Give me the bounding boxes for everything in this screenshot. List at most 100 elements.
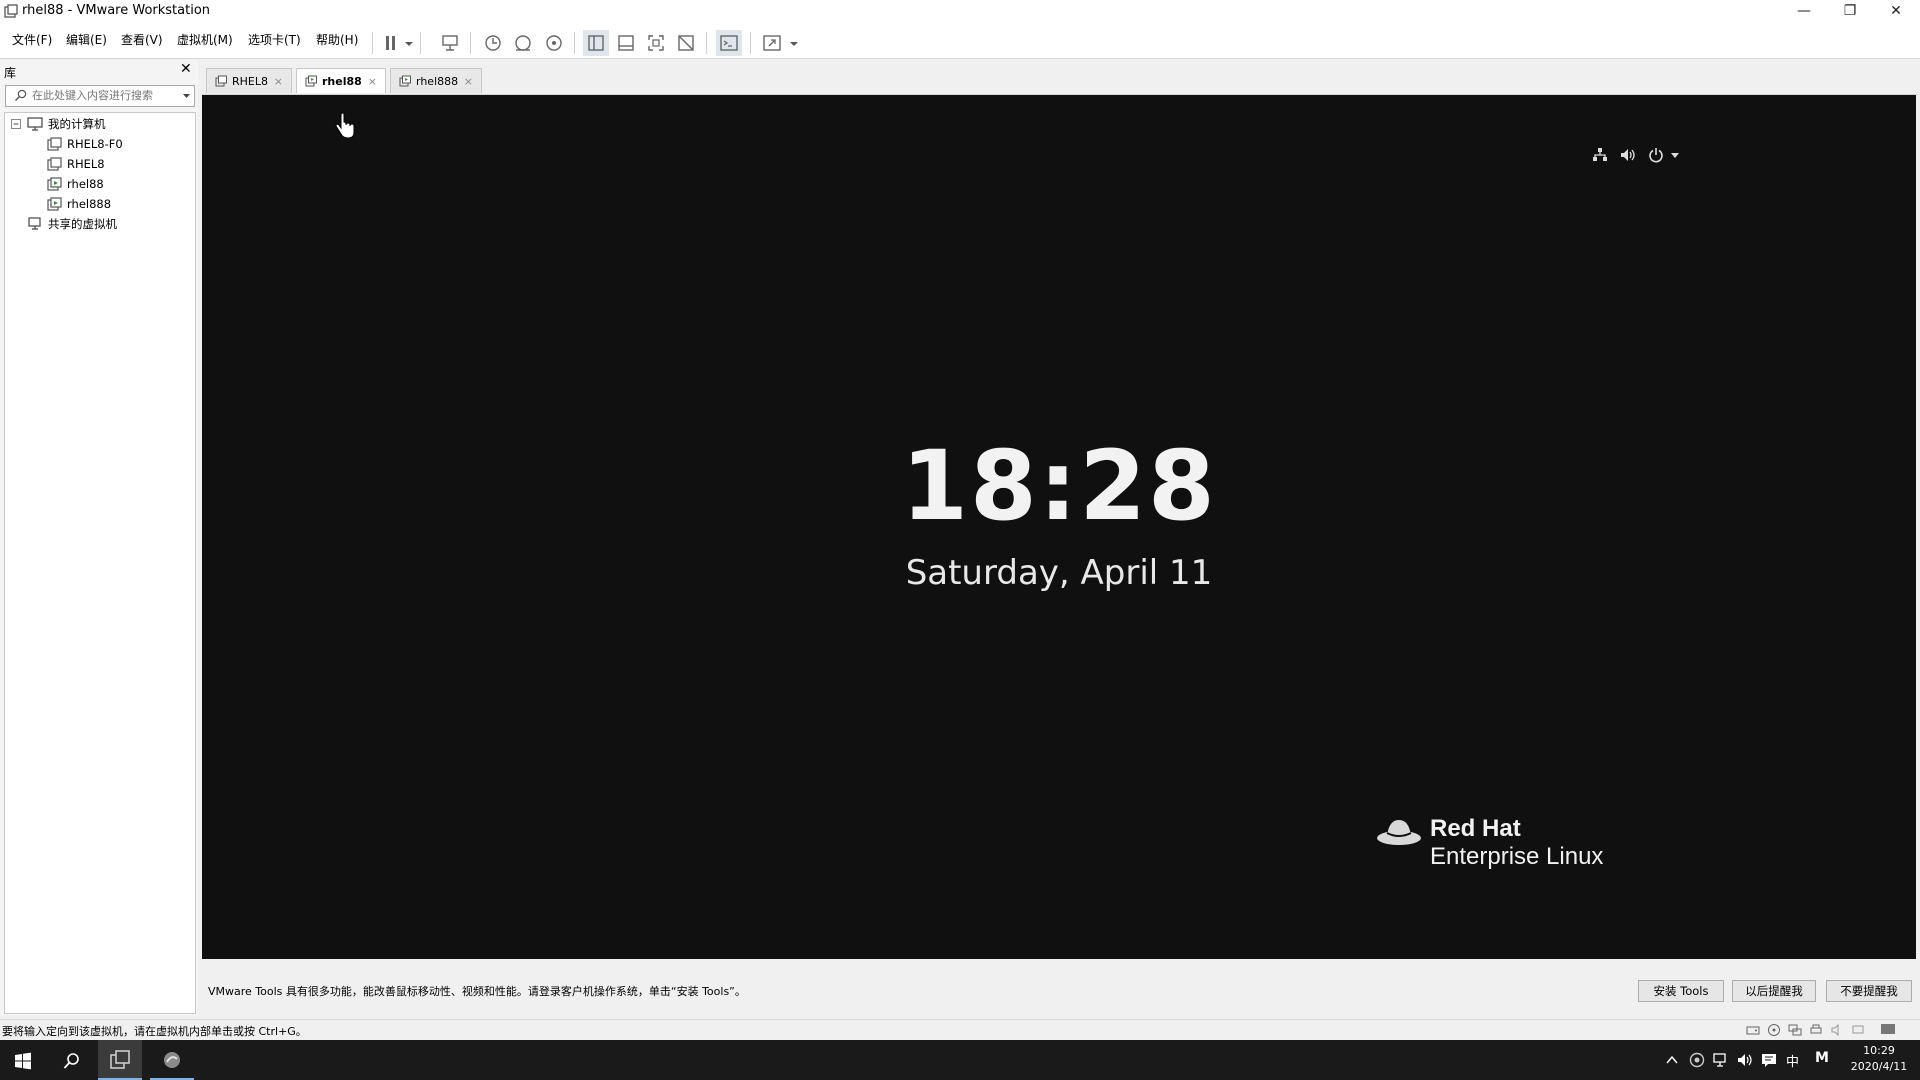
chevron-down-icon[interactable] [400, 30, 414, 56]
tree-item-vm[interactable]: rhel88 [47, 174, 104, 194]
revert-snapshot-icon[interactable] [510, 30, 536, 56]
menu-tabs[interactable]: 选项卡(T) [248, 31, 301, 48]
tree-node-shared-vms[interactable]: 共享的虚拟机 [28, 214, 117, 234]
search-icon[interactable] [63, 1052, 81, 1070]
remind-later-button[interactable]: 以后提醒我 [1732, 980, 1816, 1002]
stretch-guest-icon[interactable] [759, 30, 785, 56]
network-adapter-icon[interactable] [1788, 1023, 1802, 1037]
computer-icon [27, 117, 43, 131]
printer-icon[interactable] [1809, 1023, 1823, 1037]
tray-app-icon[interactable] [1689, 1052, 1705, 1068]
close-tab-icon[interactable]: × [464, 75, 473, 88]
tree-item-vm[interactable]: RHEL8 [47, 154, 105, 174]
display-icon[interactable] [1851, 1023, 1865, 1037]
full-screen-icon[interactable] [643, 30, 669, 56]
send-ctrl-alt-del-icon[interactable] [437, 30, 463, 56]
shared-vm-icon [28, 217, 41, 230]
never-remind-button[interactable]: 不要提醒我 [1826, 980, 1912, 1002]
library-panel: 库 ✕ 我的计算机 RHEL8-F0 RHEL8 rhel88 rhel888 [0, 60, 198, 1015]
tree-item-vm[interactable]: RHEL8-F0 [47, 134, 123, 154]
hand-cursor-icon [335, 113, 355, 139]
ime-mode-indicator[interactable]: M [1815, 1050, 1829, 1066]
tab-rhel88[interactable]: rhel88 × [296, 68, 386, 93]
tab-label: rhel88 [322, 74, 362, 88]
status-bar: 要将输入定向到该虚拟机，请在虚拟机内部单击或按 Ctrl+G。 [0, 1019, 1920, 1041]
status-text: 要将输入定向到该虚拟机，请在虚拟机内部单击或按 Ctrl+G。 [2, 1025, 307, 1038]
taskbar-app-2[interactable] [150, 1040, 194, 1080]
tree-node-my-computer[interactable]: 我的计算机 [11, 114, 106, 134]
lock-screen-date: Saturday, April 11 [905, 553, 1213, 593]
windows-taskbar: 中 M 10:29 2020/4/11 [0, 1040, 1920, 1080]
vm-icon [215, 75, 227, 87]
sound-card-icon[interactable] [1830, 1023, 1844, 1037]
restore-button[interactable]: ❐ [1827, 0, 1873, 22]
search-icon [15, 89, 27, 101]
windows-start-icon[interactable] [14, 1052, 32, 1070]
menu-file[interactable]: 文件(F) [12, 31, 52, 48]
vm-running-icon [399, 75, 411, 87]
install-tools-button[interactable]: 安装 Tools [1638, 980, 1724, 1002]
brand-line1: Red Hat [1430, 815, 1521, 842]
close-tab-icon[interactable]: × [368, 75, 377, 88]
tray-date: 2020/4/11 [1850, 1060, 1908, 1073]
network-icon[interactable] [1592, 147, 1608, 163]
notification-text: VMware Tools 具有很多功能，能改善鼠标移动性、视频和性能。请登录客户… [208, 985, 746, 998]
close-library-icon[interactable]: ✕ [180, 61, 192, 77]
menu-toolbar: 文件(F) 编辑(E) 查看(V) 虚拟机(M) 选项卡(T) 帮助(H) [0, 24, 1920, 59]
library-title: 库 [4, 66, 17, 80]
volume-icon[interactable] [1620, 147, 1637, 163]
vmware-icon [110, 1050, 130, 1069]
window-title: rhel88 - VMware Workstation [22, 3, 211, 18]
tree-label: rhel88 [67, 177, 104, 191]
tab-bar: RHEL8 × rhel88 × rhel888 × [202, 62, 1918, 95]
show-library-icon[interactable] [583, 30, 609, 56]
library-tree: 我的计算机 RHEL8-F0 RHEL8 rhel88 rhel888 共享的虚… [4, 112, 196, 1014]
chevron-down-icon[interactable] [1670, 152, 1680, 159]
message-log-icon[interactable] [1880, 1023, 1896, 1037]
chevron-down-icon[interactable] [785, 30, 799, 56]
close-window-button[interactable]: ✕ [1873, 0, 1919, 22]
taskbar-vmware-app[interactable] [98, 1040, 142, 1080]
vm-icon [47, 157, 62, 171]
notification-icon[interactable] [1761, 1052, 1777, 1068]
network-icon[interactable] [1713, 1052, 1729, 1068]
console-view-icon[interactable] [716, 30, 742, 56]
tab-rhel8[interactable]: RHEL8 × [206, 68, 292, 93]
minimize-button[interactable]: — [1781, 0, 1827, 22]
unity-icon[interactable] [673, 30, 699, 56]
tree-label: 我的计算机 [48, 117, 106, 131]
menu-help[interactable]: 帮助(H) [316, 31, 358, 48]
collapse-icon[interactable] [11, 118, 22, 130]
tab-label: RHEL8 [232, 74, 268, 88]
vm-running-icon [47, 177, 62, 191]
lock-screen-time: 18:28 [901, 430, 1217, 542]
tree-label: RHEL8-F0 [67, 137, 123, 151]
tree-label: RHEL8 [67, 157, 105, 171]
tab-label: rhel888 [416, 74, 459, 88]
snapshot-manager-icon[interactable] [541, 30, 567, 56]
menu-vm[interactable]: 虚拟机(M) [177, 31, 233, 48]
power-icon[interactable] [1648, 147, 1664, 163]
redhat-hat-icon [1377, 820, 1421, 845]
tree-label: 共享的虚拟机 [48, 217, 117, 231]
library-search[interactable] [5, 85, 195, 107]
tray-clock[interactable]: 10:29 2020/4/11 [1844, 1043, 1914, 1075]
tray-time: 10:29 [1863, 1044, 1895, 1057]
menu-edit[interactable]: 编辑(E) [66, 31, 107, 48]
vmware-app-icon [4, 4, 18, 18]
thumbnail-bar-icon[interactable] [613, 30, 639, 56]
cd-dvd-icon[interactable] [1767, 1023, 1781, 1037]
title-bar: rhel88 - VMware Workstation — ❐ ✕ [0, 0, 1920, 24]
ime-indicator[interactable]: 中 [1786, 1051, 1799, 1070]
tree-item-vm[interactable]: rhel888 [47, 194, 111, 214]
menu-view[interactable]: 查看(V) [121, 31, 163, 48]
volume-icon[interactable] [1737, 1052, 1753, 1068]
chevron-down-icon[interactable] [182, 92, 191, 100]
chevron-up-icon[interactable] [1666, 1055, 1678, 1065]
snapshot-icon[interactable] [480, 30, 506, 56]
tab-rhel888[interactable]: rhel888 × [390, 68, 482, 93]
close-tab-icon[interactable]: × [274, 75, 283, 88]
hard-disk-icon[interactable] [1746, 1023, 1760, 1037]
vm-display[interactable]: 18:28 Saturday, April 11 Red Hat Enterpr… [202, 95, 1916, 959]
library-search-input[interactable] [32, 87, 170, 103]
